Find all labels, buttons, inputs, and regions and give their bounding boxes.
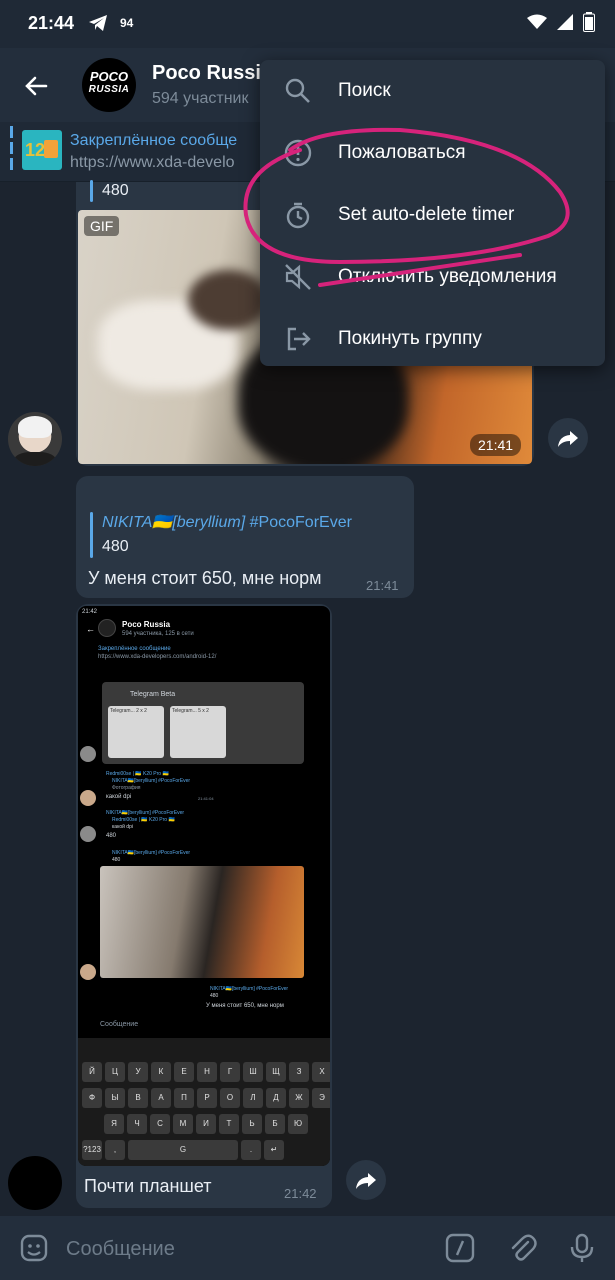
chat-title[interactable]: Poco Russia [152,62,272,85]
keyboard-key: З [289,1062,309,1082]
microphone-icon[interactable] [566,1232,598,1264]
share-icon [356,1173,376,1189]
menu-item-label: Покинуть группу [338,328,482,349]
group-avatar[interactable]: POCO RUSSIA [82,58,136,112]
overflow-menu: Поиск Пожаловаться Set auto-delete timer… [260,60,605,366]
keyboard-key: Х [312,1062,330,1082]
reply-fragment: 480 [102,182,129,199]
pinned-thumbnail: 12 [22,130,62,170]
telegram-notification-icon [88,14,108,37]
menu-item-mute[interactable]: Отключить уведомления [260,246,605,308]
message-time: 21:42 [284,1186,317,1201]
message-text: У меня стоит 650, мне норм [88,568,322,588]
share-button[interactable] [548,418,588,458]
keyboard-key: Ш [243,1062,263,1082]
keyboard-key: Р [197,1088,217,1108]
keyboard-key: Ю [288,1114,308,1134]
battery-icon [583,12,595,37]
share-icon [558,431,578,447]
keyboard-key: И [196,1114,216,1134]
keyboard-key: ↵ [264,1140,284,1160]
keyboard-key: Э [312,1088,330,1108]
menu-item-label: Поиск [338,80,391,101]
menu-item-leave[interactable]: Покинуть группу [260,308,605,370]
keyboard-key: Ы [105,1088,125,1108]
reply-author[interactable]: NIKITA🇺🇦[beryllium] #PocoForEver [102,512,352,532]
message-input[interactable]: Сообщение [66,1238,175,1261]
keyboard-key: ?123 [82,1140,102,1160]
keyboard-key: . [241,1140,261,1160]
keyboard-key: Н [197,1062,217,1082]
commands-icon[interactable] [444,1232,476,1264]
back-arrow-icon[interactable] [20,70,52,102]
pinned-indicator [10,126,13,172]
keyboard-key: М [173,1114,193,1134]
status-bar: 21:44 94 [0,0,615,48]
pinned-title: Закреплённое сообще [70,132,238,149]
reply-indicator [90,512,93,558]
keyboard-key: Ь [242,1114,262,1134]
keyboard-key: У [128,1062,148,1082]
gif-time: 21:41 [470,434,522,456]
menu-item-label: Set auto-delete timer [338,204,515,225]
message-time: 21:41 [366,578,399,593]
keyboard-key: Т [219,1114,239,1134]
menu-item-label: Пожаловаться [338,142,466,163]
mute-icon [285,264,311,290]
status-time: 21:44 [28,13,75,33]
keyboard-key: К [151,1062,171,1082]
signal-icon [557,14,573,35]
keyboard-key: Д [266,1088,286,1108]
keyboard-key: Л [243,1088,263,1108]
notification-count: 94 [120,16,134,30]
keyboard-key: , [105,1140,125,1160]
pinned-text: https://www.xda-develo [70,154,235,171]
menu-item-search[interactable]: Поиск [260,60,605,122]
user-avatar[interactable] [8,412,62,466]
timer-icon [286,202,310,229]
user-avatar[interactable] [8,1156,62,1210]
menu-item-auto-delete[interactable]: Set auto-delete timer [260,184,605,246]
keyboard-key: А [151,1088,171,1108]
keyboard-key: В [128,1088,148,1108]
message-input-bar: Сообщение [0,1216,615,1280]
keyboard-key: Ч [127,1114,147,1134]
share-button[interactable] [346,1160,386,1200]
wifi-icon [527,14,547,35]
chat-subtitle: 594 участник [152,90,249,107]
menu-item-report[interactable]: Пожаловаться [260,122,605,184]
keyboard-key: G [128,1140,238,1160]
menu-item-label: Отключить уведомления [338,266,557,287]
group-avatar-line2: RUSSIA [88,84,130,95]
keyboard-key: Щ [266,1062,286,1082]
sticker-icon[interactable] [18,1232,50,1264]
reply-text: 480 [102,538,129,555]
gif-badge: GIF [84,216,120,236]
pinned-thumb-text: 12 [25,140,46,160]
group-avatar-line1: POCO [89,69,129,84]
report-icon [284,139,312,167]
keyboard-key: Ц [105,1062,125,1082]
keyboard-key: П [174,1088,194,1108]
screenshot-image[interactable]: 21:42 ← Poco Russia 594 участника, 125 в… [78,606,330,1166]
keyboard-key: С [150,1114,170,1134]
keyboard-key: О [220,1088,240,1108]
keyboard-key: Г [220,1062,240,1082]
leave-icon [287,327,311,351]
keyboard-key: Б [265,1114,285,1134]
keyboard-key: Ф [82,1088,102,1108]
attach-icon[interactable] [506,1232,538,1264]
keyboard-key: Ж [289,1088,309,1108]
keyboard-key: Е [174,1062,194,1082]
search-icon [285,78,310,103]
keyboard-key: Й [82,1062,102,1082]
keyboard-key: Я [104,1114,124,1134]
image-caption: Почти планшет [84,1176,212,1196]
reply-indicator [90,180,93,202]
